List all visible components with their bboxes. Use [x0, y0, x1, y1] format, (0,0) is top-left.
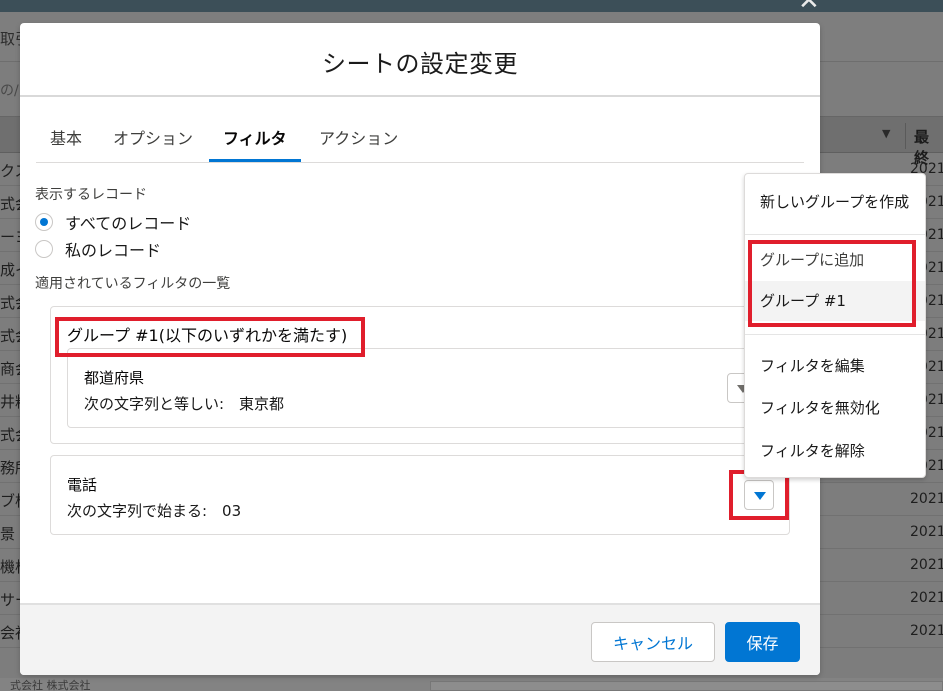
modal-header: シートの設定変更: [20, 23, 820, 97]
radio-all-records[interactable]: すべてのレコード: [35, 211, 191, 233]
bg-cell-date: 2021: [910, 524, 943, 540]
sort-down-icon[interactable]: ▼: [882, 127, 890, 140]
filter-condition: 次の文字列で始まる: 03: [67, 502, 242, 520]
bg-search-fragment: の/: [0, 83, 19, 99]
menu-item-remove-filter[interactable]: フィルタを解除: [745, 431, 925, 471]
sheet-settings-modal: シートの設定変更 基本 オプション フィルタ アクション 表示するレコード すべ…: [20, 23, 820, 675]
save-button[interactable]: 保存: [725, 622, 800, 662]
radio-button-checked[interactable]: [35, 213, 53, 231]
group-title: グループ #1(以下のいずれかを満たす): [67, 326, 348, 345]
tab-options[interactable]: オプション: [99, 127, 207, 162]
bg-column-header[interactable]: 最終: [905, 123, 943, 167]
phone-filter-dropdown-button[interactable]: [744, 480, 774, 510]
filter-field-name: 都道府県: [84, 369, 145, 387]
settings-tabs: 基本 オプション フィルタ アクション: [36, 121, 804, 163]
filter-condition: 次の文字列と等しい: 東京都: [84, 395, 285, 413]
records-label: 表示するレコード: [35, 187, 147, 203]
bg-cell-date: 2021: [910, 590, 943, 606]
filter-group: グループ #1(以下のいずれかを満たす) 都道府県 次の文字列と等しい: 東京都: [50, 306, 788, 444]
menu-header-add-to-group: グループに追加: [760, 251, 865, 269]
applied-filters-label: 適用されているフィルタの一覧: [35, 276, 231, 292]
radio-button[interactable]: [35, 240, 53, 258]
menu-divider: [745, 234, 925, 235]
tab-filter[interactable]: フィルタ: [209, 127, 301, 162]
chevron-down-icon: [754, 492, 766, 500]
tab-basic[interactable]: 基本: [36, 127, 96, 162]
phone-filter-item[interactable]: 電話 次の文字列で始まる: 03: [50, 455, 790, 535]
modal-title: シートの設定変更: [322, 50, 518, 78]
menu-item-create-group[interactable]: 新しいグループを作成: [745, 182, 925, 222]
menu-item-disable-filter[interactable]: フィルタを無効化: [745, 388, 925, 428]
modal-footer: キャンセル 保存: [20, 603, 820, 675]
horizontal-scrollbar[interactable]: [430, 681, 943, 691]
bg-cell-date: 2021: [910, 557, 943, 573]
radio-label: すべてのレコード: [65, 214, 192, 233]
radio-my-records[interactable]: 私のレコード: [35, 238, 161, 260]
radio-label: 私のレコード: [65, 241, 162, 260]
menu-item-edit-filter[interactable]: フィルタを編集: [745, 346, 925, 386]
bg-bottom-text: 式会社 株式会社: [10, 679, 91, 691]
tab-action[interactable]: アクション: [305, 127, 412, 162]
bg-cell-name: 景: [0, 525, 16, 543]
filter-field-name: 電話: [67, 476, 98, 494]
bg-cell-date: 2021: [910, 623, 943, 639]
menu-divider: [745, 334, 925, 335]
menu-item-group-1[interactable]: グループ #1: [745, 281, 925, 321]
filter-action-menu: 新しいグループを作成 グループに追加 グループ #1 フィルタを編集 フィルタを…: [744, 173, 926, 478]
close-icon[interactable]: ✕: [798, 0, 820, 14]
cancel-button[interactable]: キャンセル: [591, 622, 715, 662]
bg-cell-date: 2021: [910, 491, 943, 507]
group-filter-item[interactable]: 都道府県 次の文字列と等しい: 東京都: [67, 348, 757, 428]
